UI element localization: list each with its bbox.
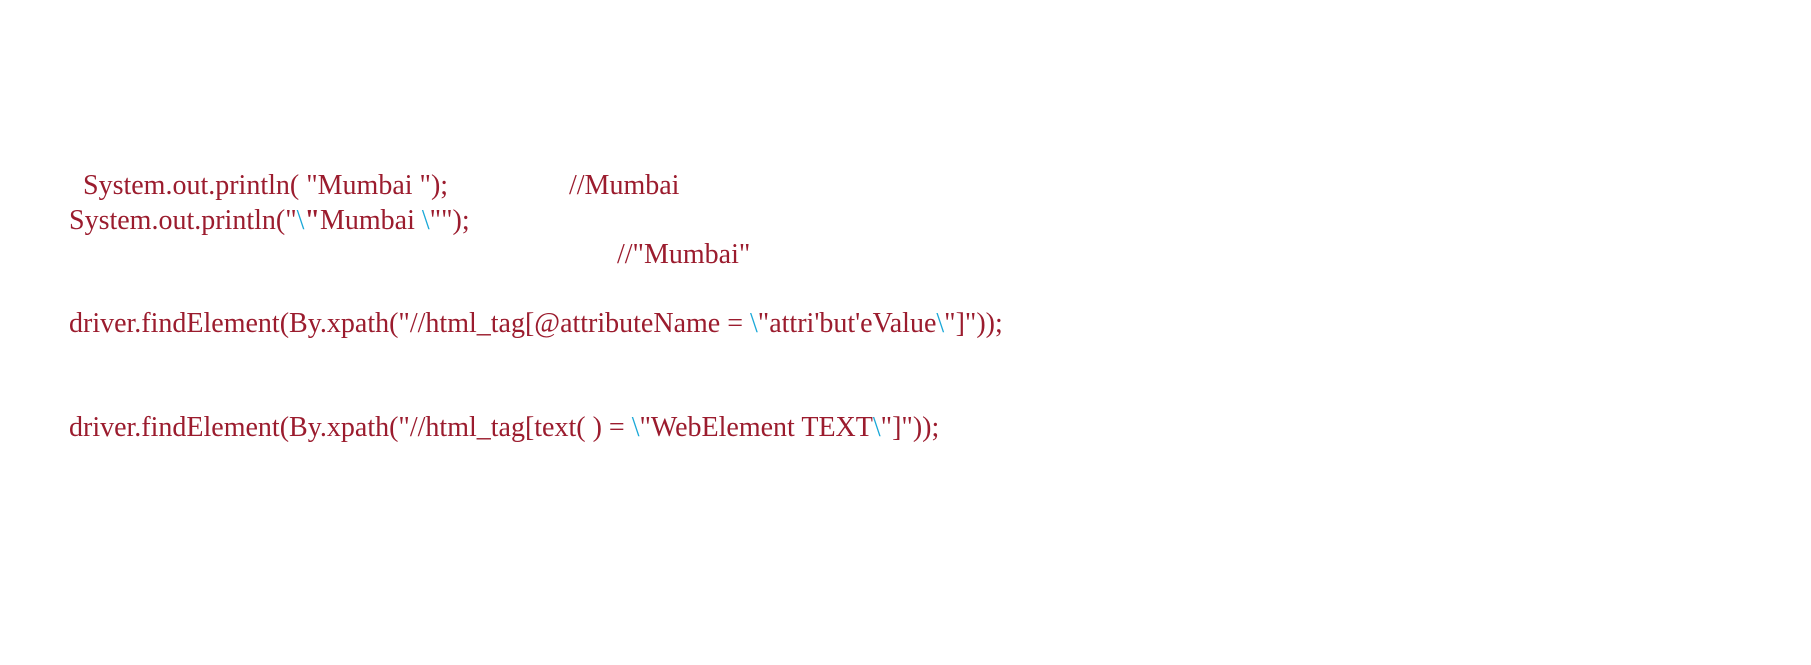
code-text: "attri'but'eValue — [757, 308, 937, 339]
code-line-2: System.out.println("\"Mumbai \""); — [69, 204, 470, 238]
code-line-1: System.out.println( "Mumbai "); — [69, 135, 448, 203]
code-text: System.out.println( "Mumbai "); — [83, 170, 449, 201]
code-comment-2: //"Mumbai" — [603, 204, 750, 272]
code-text: ""); — [429, 205, 470, 236]
code-line-3: driver.findElement(By.xpath("//html_tag[… — [69, 307, 1003, 341]
code-text: "WebElement TEXT — [639, 412, 873, 443]
escape-backslash: \ — [421, 205, 430, 236]
code-line-4: driver.findElement(By.xpath("//html_tag[… — [69, 411, 939, 445]
code-text: " — [304, 205, 320, 236]
escape-backslash: \ — [936, 308, 945, 339]
comment-text: //Mumbai — [569, 170, 680, 201]
comment-text: //"Mumbai" — [617, 239, 751, 270]
code-comment-1: //Mumbai — [555, 135, 679, 203]
escape-backslash: \ — [750, 308, 758, 339]
code-text: driver.findElement(By.xpath("//html_tag[… — [69, 412, 632, 443]
escape-backslash: \ — [631, 412, 640, 443]
code-text: "]")); — [880, 412, 940, 443]
escape-backslash: \ — [872, 412, 881, 443]
code-text: System.out.println(" — [69, 205, 297, 236]
code-text: "]")); — [944, 308, 1003, 339]
code-text: driver.findElement(By.xpath("//html_tag[… — [69, 308, 751, 339]
code-text: Mumbai — [319, 205, 422, 236]
